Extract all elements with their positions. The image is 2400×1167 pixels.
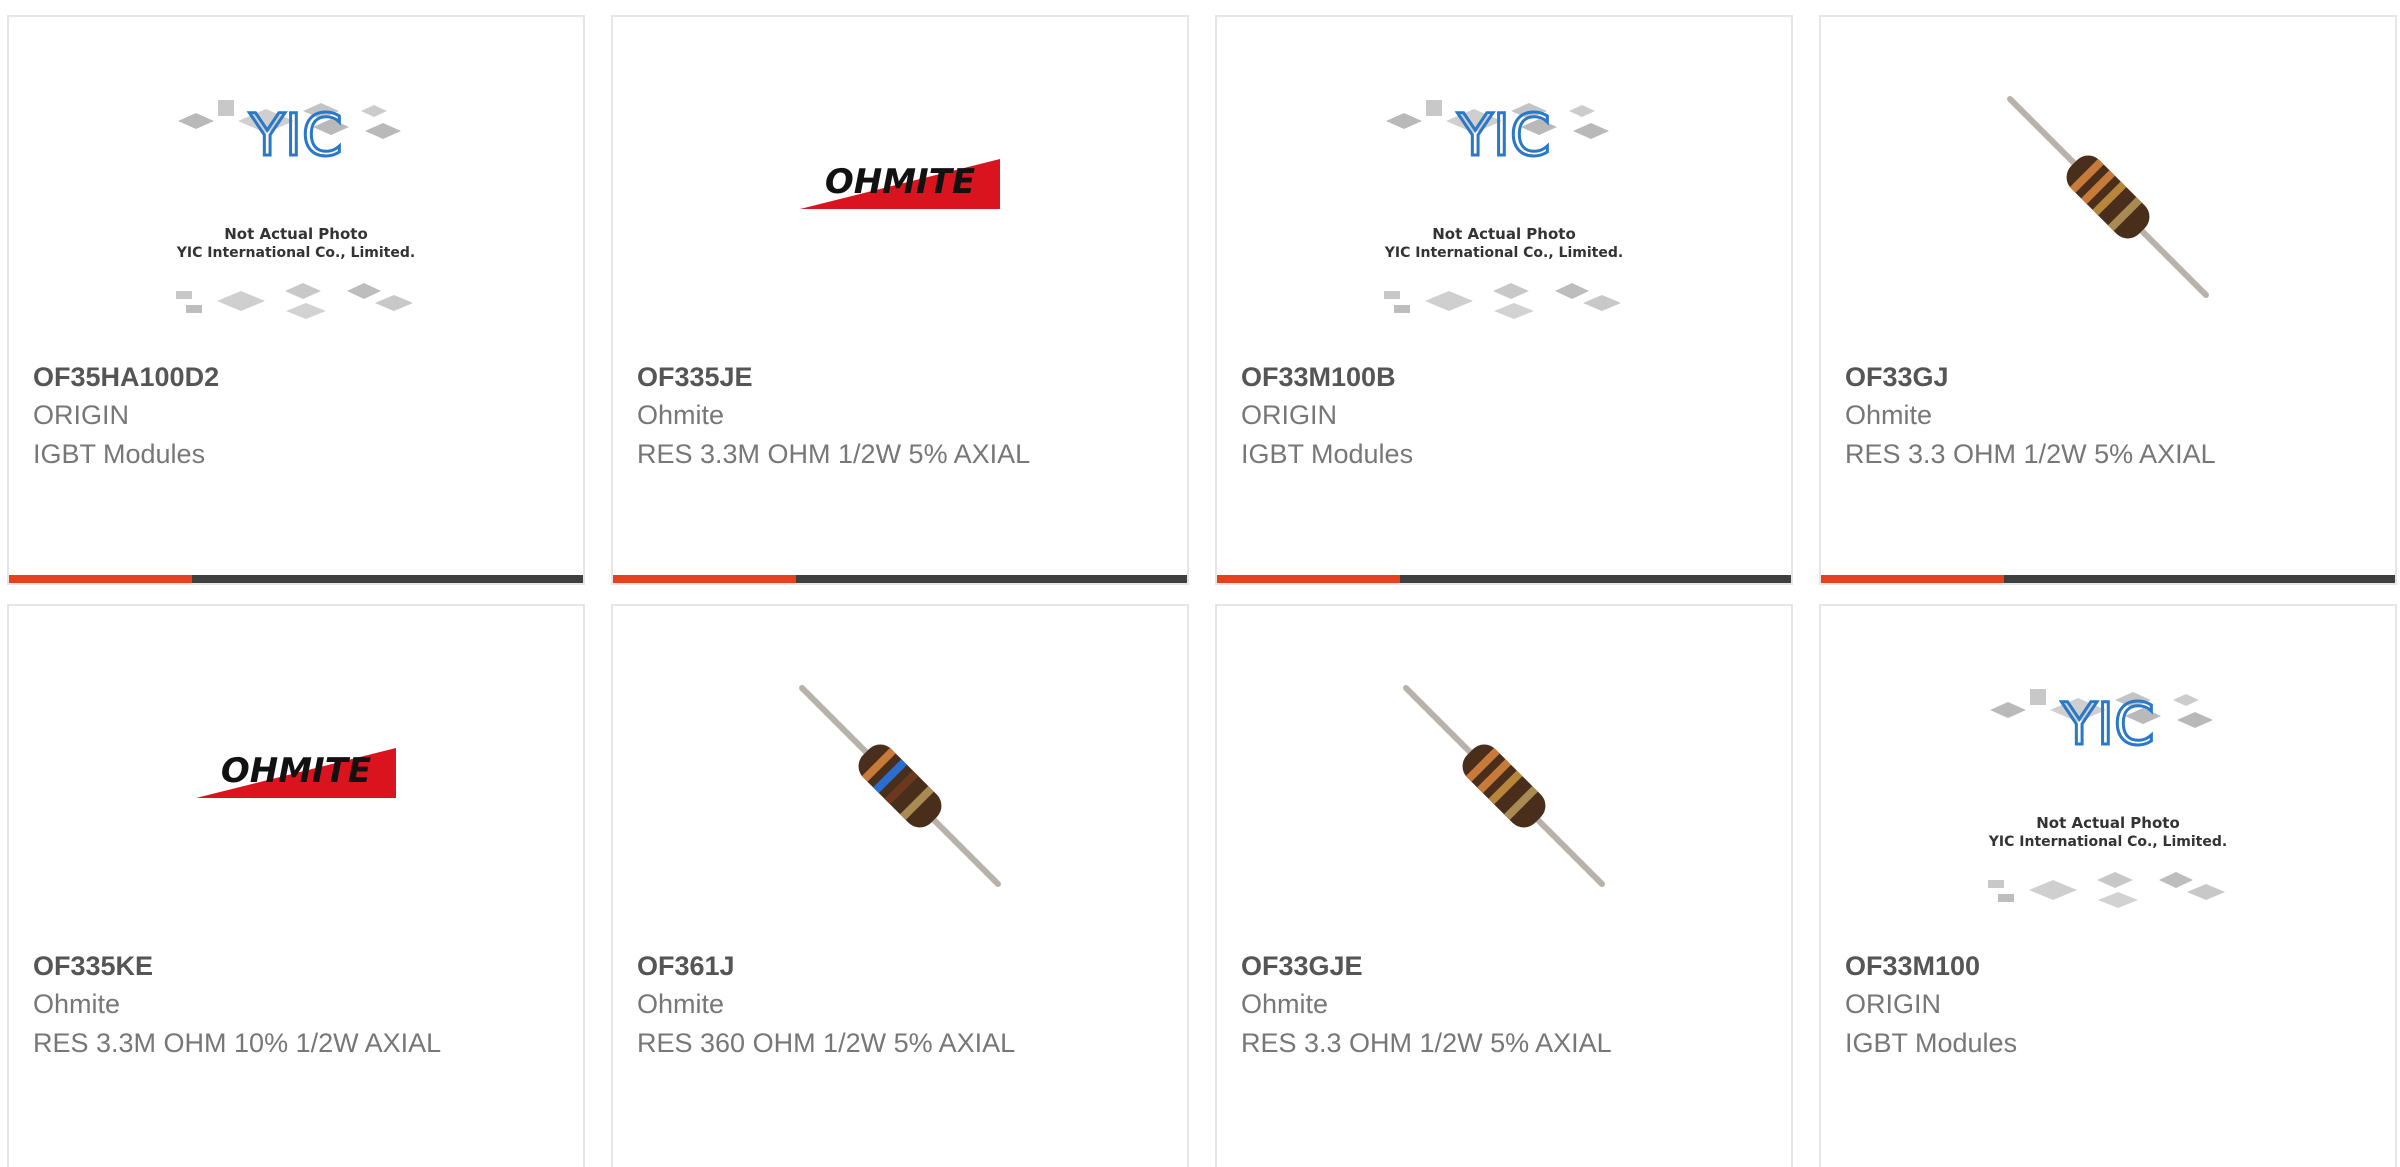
manufacturer: Ohmite <box>637 400 725 430</box>
product-card[interactable]: OF33GJ Ohmite RES 3.3 OHM 1/2W 5% AXIAL <box>1819 15 2397 585</box>
svg-text:YIC: YIC <box>248 101 342 169</box>
resistor-icon <box>2007 96 2209 298</box>
placeholder-line-2: YIC International Co., Limited. <box>176 245 415 261</box>
part-number[interactable]: OF33M100 <box>1845 950 1980 982</box>
description: RES 360 OHM 1/2W 5% AXIAL <box>637 1028 1016 1058</box>
placeholder-line-2: YIC International Co., Limited. <box>1384 245 1623 261</box>
placeholder-line-1: Not Actual Photo <box>1432 225 1576 243</box>
product-card[interactable]: YIC Not Actual Photo YIC International C… <box>7 15 585 585</box>
svg-text:YIC: YIC <box>1456 101 1550 169</box>
placeholder-line-2: YIC International Co., Limited. <box>1988 834 2227 850</box>
ohmite-logo: OHMITE <box>800 159 1000 209</box>
part-number[interactable]: OF335KE <box>33 950 153 982</box>
product-image <box>1821 17 2395 357</box>
part-number[interactable]: OF33M100B <box>1241 361 1396 393</box>
card-bottom-bar <box>1217 575 1791 583</box>
product-image <box>613 606 1187 946</box>
manufacturer: ORIGIN <box>1845 989 1942 1019</box>
product-image: OHMITE <box>613 17 1187 357</box>
resistor-icon <box>1403 685 1605 887</box>
description: IGBT Modules <box>1241 439 1414 469</box>
placeholder-line-1: Not Actual Photo <box>2036 814 2180 832</box>
card-bottom-bar <box>1821 575 2395 583</box>
card-bottom-bar <box>9 575 583 583</box>
product-card[interactable]: OHMITE OF335JE Ohmite RES 3.3M OHM 1/2W … <box>611 15 1189 585</box>
product-card[interactable]: YIC Not Actual Photo YIC International C… <box>1215 15 1793 585</box>
description: RES 3.3 OHM 1/2W 5% AXIAL <box>1845 439 2216 469</box>
part-number[interactable]: OF335JE <box>637 361 753 393</box>
manufacturer: Ohmite <box>33 989 121 1019</box>
part-number[interactable]: OF361J <box>637 950 735 982</box>
description: IGBT Modules <box>33 439 206 469</box>
description: RES 3.3M OHM 10% 1/2W AXIAL <box>33 1028 442 1058</box>
svg-text:YIC: YIC <box>2060 690 2154 758</box>
product-grid: YIC Not Actual Photo YIC International C… <box>0 0 2400 1167</box>
description: RES 3.3 OHM 1/2W 5% AXIAL <box>1241 1028 1612 1058</box>
part-number[interactable]: OF35HA100D2 <box>33 361 219 393</box>
part-number[interactable]: OF33GJE <box>1241 950 1363 982</box>
svg-text:OHMITE: OHMITE <box>825 162 975 202</box>
placeholder-line-1: Not Actual Photo <box>224 225 368 243</box>
resistor-icon <box>799 685 1001 887</box>
product-image: YIC Not Actual Photo YIC International C… <box>9 17 583 357</box>
product-card[interactable]: YIC Not Actual Photo YIC International C… <box>1819 604 2397 1167</box>
product-image: OHMITE <box>9 606 583 946</box>
product-card[interactable]: OHMITE OF335KE Ohmite RES 3.3M OHM 10% 1… <box>7 604 585 1167</box>
yic-placeholder-icon: YIC Not Actual Photo YIC International C… <box>1384 100 1623 319</box>
part-number[interactable]: OF33GJ <box>1845 361 1949 393</box>
manufacturer: Ohmite <box>1241 989 1329 1019</box>
description: IGBT Modules <box>1845 1028 2018 1058</box>
manufacturer: Ohmite <box>637 989 725 1019</box>
yic-placeholder-icon: YIC Not Actual Photo YIC International C… <box>176 100 415 319</box>
product-card[interactable]: OF33GJE Ohmite RES 3.3 OHM 1/2W 5% AXIAL <box>1215 604 1793 1167</box>
yic-placeholder-icon: YIC Not Actual Photo YIC International C… <box>1988 689 2227 908</box>
product-image <box>1217 606 1791 946</box>
svg-text:OHMITE: OHMITE <box>221 751 371 791</box>
product-card[interactable]: OF361J Ohmite RES 360 OHM 1/2W 5% AXIAL <box>611 604 1189 1167</box>
product-image: YIC Not Actual Photo YIC International C… <box>1821 606 2395 946</box>
description: RES 3.3M OHM 1/2W 5% AXIAL <box>637 439 1031 469</box>
product-image: YIC Not Actual Photo YIC International C… <box>1217 17 1791 357</box>
manufacturer: Ohmite <box>1845 400 1933 430</box>
manufacturer: ORIGIN <box>1241 400 1338 430</box>
ohmite-logo: OHMITE <box>196 748 396 798</box>
manufacturer: ORIGIN <box>33 400 130 430</box>
card-bottom-bar <box>613 575 1187 583</box>
